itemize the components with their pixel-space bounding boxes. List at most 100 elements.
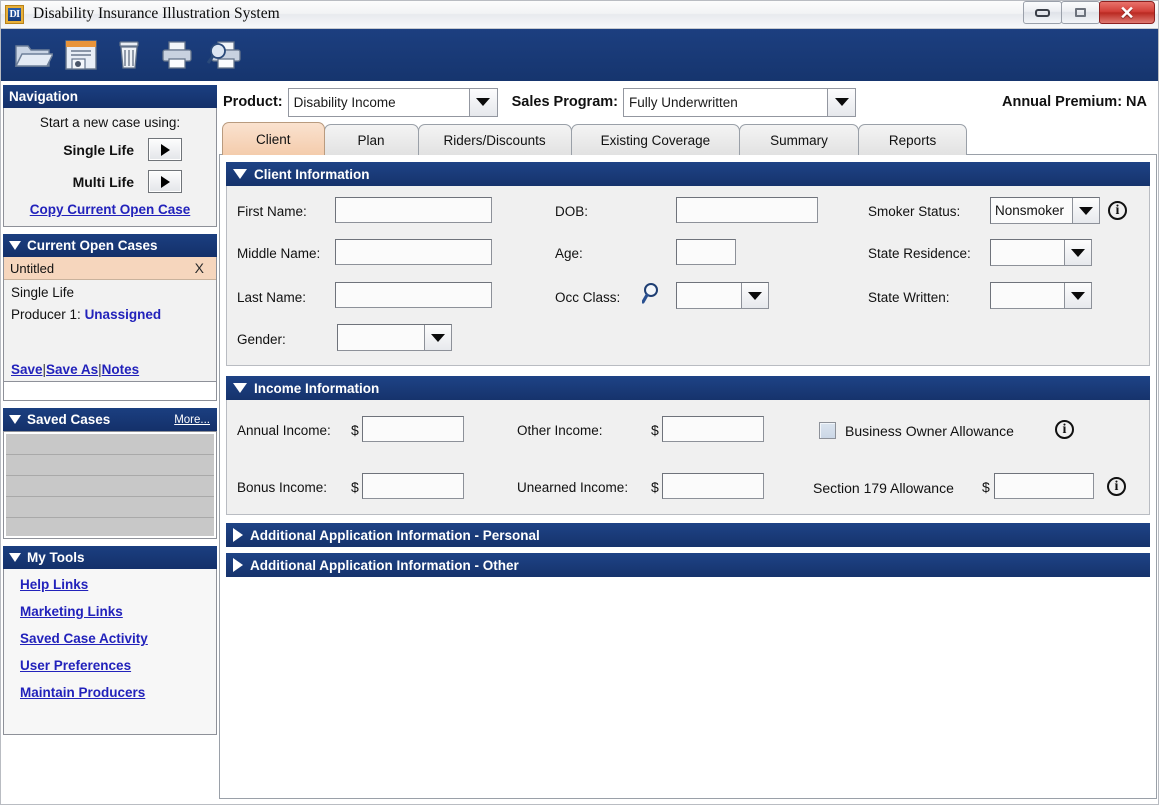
saved-case-row[interactable] — [6, 434, 214, 455]
my-tools-body: Help Links Marketing Links Saved Case Ac… — [3, 569, 217, 735]
saved-case-row[interactable] — [6, 518, 214, 539]
application-window: DI Disability Insurance Illustration Sys… — [0, 0, 1159, 805]
smoker-status-dropdown-button[interactable] — [1072, 198, 1099, 223]
business-owner-allowance-checkbox[interactable] — [819, 422, 836, 439]
product-bar: Product: Disability Income Sales Program… — [219, 82, 1157, 122]
product-select[interactable]: Disability Income — [287, 87, 498, 117]
marketing-links-link[interactable]: Marketing Links — [20, 604, 216, 619]
saved-case-activity-link[interactable]: Saved Case Activity — [20, 631, 216, 646]
collapse-triangle-icon — [9, 415, 21, 424]
business-owner-allowance-label: Business Owner Allowance — [845, 423, 1014, 439]
section-179-info-icon[interactable]: i — [1107, 477, 1126, 496]
saved-cases-list[interactable] — [4, 432, 216, 538]
saved-cases-header[interactable]: Saved Cases More... — [3, 408, 217, 431]
unearned-income-input[interactable] — [662, 473, 764, 499]
open-case-row[interactable]: Untitled X — [4, 257, 216, 280]
single-life-go-button[interactable] — [148, 138, 182, 161]
state-residence-select[interactable] — [990, 239, 1092, 266]
state-residence-dropdown-button[interactable] — [1064, 240, 1091, 265]
my-tools-header[interactable]: My Tools — [3, 546, 217, 569]
producer-value[interactable]: Unassigned — [85, 307, 162, 322]
other-income-input[interactable] — [662, 416, 764, 442]
delete-button[interactable] — [105, 33, 153, 77]
notes-link[interactable]: Notes — [102, 362, 140, 377]
income-information-header[interactable]: Income Information — [226, 376, 1150, 400]
tab-existing-coverage[interactable]: Existing Coverage — [570, 124, 741, 155]
save-case-link[interactable]: Save — [11, 362, 43, 377]
tab-summary[interactable]: Summary — [739, 124, 859, 155]
gender-select[interactable] — [337, 324, 452, 351]
additional-application-information-personal-header[interactable]: Additional Application Information - Per… — [226, 523, 1150, 547]
income-information-section: Income Information Annual Income: $ Bonu… — [226, 376, 1150, 515]
collapse-triangle-icon — [233, 169, 247, 179]
state-written-dropdown-button[interactable] — [1064, 283, 1091, 308]
close-button[interactable]: ✕ — [1099, 1, 1155, 24]
case-actions: Save|Save As|Notes — [4, 362, 216, 381]
annual-premium-display: Annual Premium: NA — [1001, 94, 1147, 110]
dob-input[interactable] — [676, 197, 818, 223]
state-residence-value — [991, 240, 1064, 265]
multi-life-go-button[interactable] — [148, 170, 182, 193]
sales-program-select[interactable]: Fully Underwritten — [623, 87, 856, 117]
bonus-income-input[interactable] — [362, 473, 464, 499]
age-input[interactable] — [676, 239, 736, 265]
copy-current-open-case-link[interactable]: Copy Current Open Case — [12, 202, 208, 217]
help-links-link[interactable]: Help Links — [20, 577, 216, 592]
saved-case-row[interactable] — [6, 497, 214, 518]
occ-class-value — [677, 283, 741, 308]
current-open-cases-header[interactable]: Current Open Cases — [3, 234, 217, 257]
minimize-button[interactable] — [1023, 1, 1062, 24]
chevron-down-icon — [748, 291, 762, 300]
tab-riders-discounts[interactable]: Riders/Discounts — [417, 124, 572, 155]
last-name-input[interactable] — [335, 282, 492, 308]
tab-plan[interactable]: Plan — [323, 124, 419, 155]
expand-triangle-icon — [233, 558, 243, 572]
close-case-icon[interactable]: X — [195, 260, 204, 276]
smoker-status-info-icon[interactable]: i — [1108, 201, 1127, 220]
print-preview-button[interactable] — [201, 33, 249, 77]
chevron-down-icon — [1071, 291, 1085, 300]
saved-case-row[interactable] — [6, 455, 214, 476]
window-title: Disability Insurance Illustration System — [33, 5, 280, 22]
occ-class-label: Occ Class: — [555, 290, 621, 305]
collapse-triangle-icon — [9, 553, 21, 562]
print-button[interactable] — [153, 33, 201, 77]
business-owner-allowance-info-icon[interactable]: i — [1055, 420, 1074, 439]
save-button[interactable] — [57, 33, 105, 77]
smoker-status-select[interactable]: Nonsmoker — [990, 197, 1100, 224]
saved-cases-more-link[interactable]: More... — [174, 414, 210, 426]
navigation-panel-body: Start a new case using: Single Life Mult… — [3, 108, 217, 227]
gender-dropdown-button[interactable] — [424, 325, 451, 350]
client-information-header[interactable]: Client Information — [226, 162, 1150, 186]
maximize-button[interactable] — [1061, 1, 1100, 24]
state-written-select[interactable] — [990, 282, 1092, 309]
occ-class-lookup-button[interactable] — [641, 282, 664, 309]
maintain-producers-link[interactable]: Maintain Producers — [20, 685, 216, 700]
annual-income-input[interactable] — [362, 416, 464, 442]
print-icon — [162, 41, 192, 69]
tab-reports[interactable]: Reports — [857, 124, 968, 155]
user-preferences-link[interactable]: User Preferences — [20, 658, 216, 673]
first-name-input[interactable] — [335, 197, 492, 223]
producer-label: Producer 1: — [11, 307, 81, 322]
multi-life-row: Multi Life — [12, 170, 208, 193]
middle-name-input[interactable] — [335, 239, 492, 265]
delete-icon — [119, 41, 139, 69]
additional-application-information-other-header[interactable]: Additional Application Information - Oth… — [226, 553, 1150, 577]
age-label: Age: — [555, 246, 583, 261]
gender-value — [338, 325, 424, 350]
tab-client[interactable]: Client — [222, 122, 325, 155]
sales-program-dropdown-button[interactable] — [827, 88, 855, 116]
occ-class-dropdown-button[interactable] — [741, 283, 768, 308]
open-button[interactable] — [9, 33, 57, 77]
save-as-case-link[interactable]: Save As — [46, 362, 98, 377]
section-179-input[interactable] — [994, 473, 1094, 499]
product-dropdown-button[interactable] — [468, 88, 497, 116]
middle-name-label: Middle Name: — [237, 246, 321, 261]
saved-case-row[interactable] — [6, 476, 214, 497]
annual-income-currency: $ — [351, 422, 359, 438]
occ-class-select[interactable] — [676, 282, 769, 309]
navigation-panel-header[interactable]: Navigation — [3, 85, 217, 108]
last-name-label: Last Name: — [237, 290, 307, 305]
bonus-income-label: Bonus Income: — [237, 480, 328, 495]
